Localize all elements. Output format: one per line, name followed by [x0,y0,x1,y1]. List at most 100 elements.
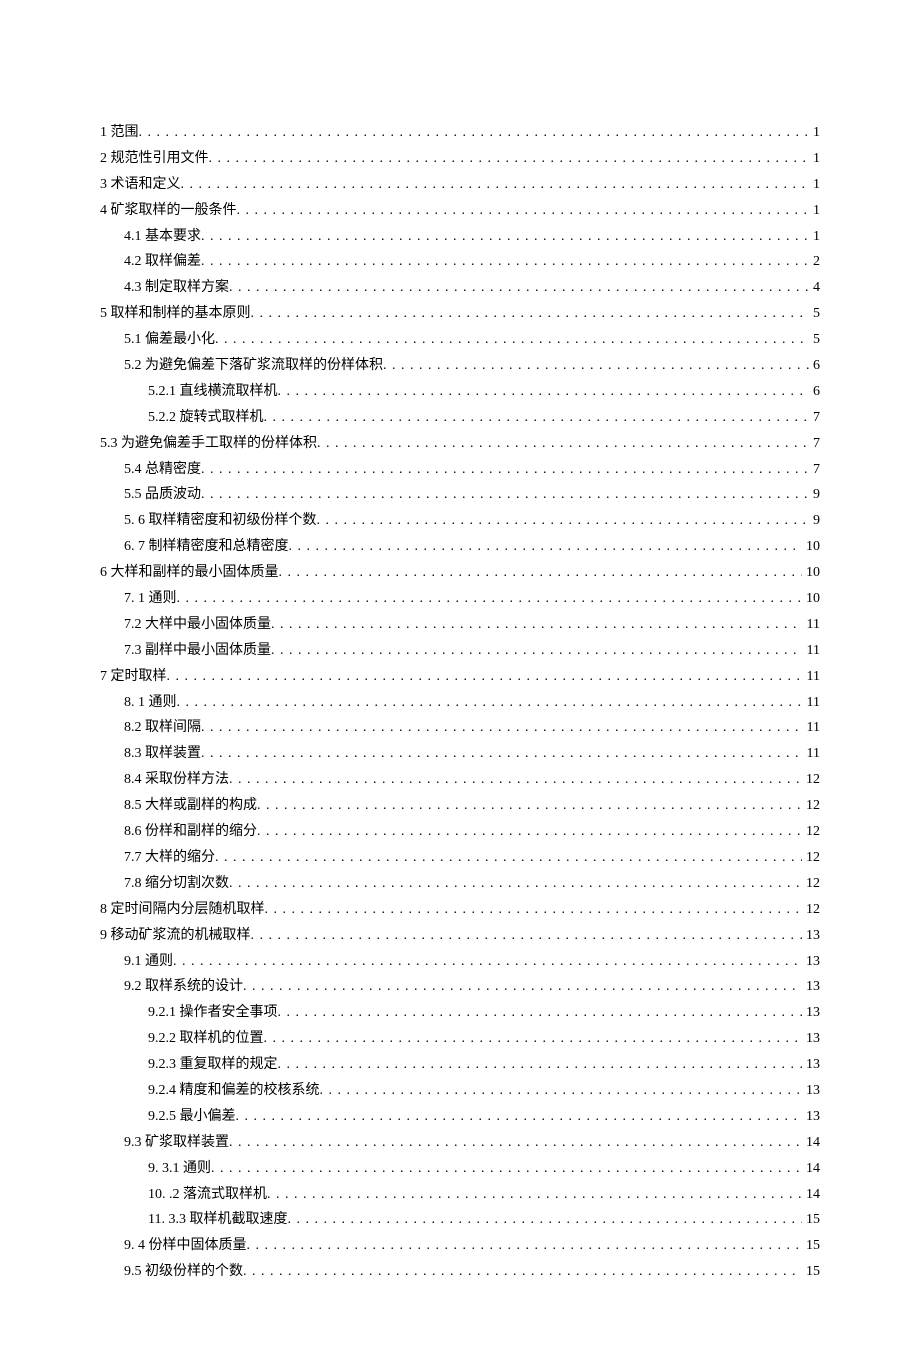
toc-page-number: 1 [809,172,820,198]
toc-page-number: 11 [803,741,820,767]
toc-page-number: 6 [809,379,820,405]
toc-leader-dots [229,871,802,897]
toc-label: 9.2.4 精度和偏差的校核系统 [148,1078,320,1104]
toc-page-number: 15 [802,1233,820,1259]
toc-entry: 8.5 大样或副样的构成12 [100,793,820,819]
toc-page-number: 1 [809,224,820,250]
table-of-contents: 1 范围12 规范性引用文件13 术语和定义14 矿浆取样的一般条件14.1 基… [100,120,820,1285]
toc-page-number: 7 [809,431,820,457]
toc-leader-dots [317,508,810,534]
toc-entry: 7.3 副样中最小固体质量11 [100,638,820,664]
toc-leader-dots [320,1078,803,1104]
toc-page-number: 13 [802,1078,820,1104]
toc-page-number: 4 [809,275,820,301]
toc-label: 5.2.2 旋转式取样机 [148,405,264,431]
toc-label: 9. 3.1 通则 [148,1156,211,1182]
toc-page-number: 9 [809,508,820,534]
toc-page-number: 11 [803,612,820,638]
toc-page-number: 1 [809,198,820,224]
toc-entry: 4.2 取样偏差2 [100,249,820,275]
toc-leader-dots [278,1000,803,1026]
toc-entry: 9.3 矿浆取样装置 14 [100,1130,820,1156]
toc-entry: 5.3 为避免偏差手工取样的份样体积7 [100,431,820,457]
toc-label: 4.3 制定取样方案 [124,275,229,301]
toc-entry: 9.5 初级份样的个数15 [100,1259,820,1285]
toc-leader-dots [215,327,809,353]
toc-entry: 8.2 取样间隔11 [100,715,820,741]
toc-label: 5.4 总精密度 [124,457,201,483]
toc-leader-dots [267,1182,802,1208]
toc-page-number: 12 [802,767,820,793]
toc-page-number: 10 [802,560,820,586]
toc-label: 6. 7 制样精密度和总精密度 [124,534,289,560]
toc-entry: 2 规范性引用文件1 [100,146,820,172]
toc-entry: 5. 6 取样精密度和初级份样个数9 [100,508,820,534]
toc-entry: 9 移动矿浆流的机械取样13 [100,923,820,949]
toc-leader-dots [247,1233,803,1259]
toc-label: 9 移动矿浆流的机械取样 [100,923,251,949]
toc-entry: 8.3 取样装置11 [100,741,820,767]
toc-label: 9.2.1 操作者安全事项 [148,1000,278,1026]
toc-label: 9.2.5 最小偏差 [148,1104,236,1130]
toc-label: 7. 1 通则 [124,586,177,612]
toc-page-number: 11 [803,664,820,690]
toc-label: 3 术语和定义 [100,172,181,198]
toc-entry: 5.5 品质波动9 [100,482,820,508]
toc-leader-dots [215,845,802,871]
toc-leader-dots [264,1026,803,1052]
toc-leader-dots [287,1207,802,1233]
toc-leader-dots [251,923,803,949]
toc-leader-dots [201,715,803,741]
toc-label: 11. 3.3 取样机截取速度 [148,1207,287,1233]
toc-leader-dots [236,1104,803,1130]
toc-entry: 10. .2 落流式取样机14 [100,1182,820,1208]
toc-page-number: 2 [809,249,820,275]
toc-label: 9.3 矿浆取样装置 [124,1130,229,1156]
toc-leader-dots [173,949,802,975]
toc-entry: 4 矿浆取样的一般条件1 [100,198,820,224]
toc-page-number: 6 [809,353,820,379]
toc-entry: 8. 1 通则11 [100,690,820,716]
toc-page-number: 15 [802,1207,820,1233]
toc-entry: 1 范围1 [100,120,820,146]
toc-page-number: 14 [802,1130,820,1156]
toc-leader-dots [177,690,803,716]
toc-leader-dots [251,301,810,327]
toc-label: 5.5 品质波动 [124,482,201,508]
toc-entry: 9.2 取样系统的设计 13 [100,974,820,1000]
toc-entry: 5.2.2 旋转式取样机 7 [100,405,820,431]
toc-entry: 9.1 通则13 [100,949,820,975]
toc-entry: 8 定时间隔内分层随机取样12 [100,897,820,923]
toc-leader-dots [177,586,803,612]
toc-leader-dots [237,198,810,224]
toc-leader-dots [278,379,810,405]
toc-entry: 9.2.4 精度和偏差的校核系统 13 [100,1078,820,1104]
toc-leader-dots [201,741,803,767]
toc-label: 8.4 采取份样方法 [124,767,229,793]
toc-entry: 7.7 大样的缩分12 [100,845,820,871]
toc-page-number: 13 [802,949,820,975]
toc-entry: 7.2 大样中最小固体质量11 [100,612,820,638]
toc-page-number: 7 [809,405,820,431]
toc-page-number: 13 [802,1052,820,1078]
toc-label: 9.2 取样系统的设计 [124,974,243,1000]
toc-label: 1 范围 [100,120,139,146]
toc-entry: 6. 7 制样精密度和总精密度10 [100,534,820,560]
toc-page-number: 12 [802,897,820,923]
toc-entry: 5 取样和制样的基本原则5 [100,301,820,327]
toc-page-number: 14 [802,1182,820,1208]
toc-leader-dots [229,1130,802,1156]
toc-page-number: 13 [802,974,820,1000]
toc-page-number: 12 [802,819,820,845]
toc-entry: 5.2 为避免偏差下落矿浆流取样的份样体积6 [100,353,820,379]
toc-entry: 4.1 基本要求1 [100,224,820,250]
toc-label: 5 取样和制样的基本原则 [100,301,251,327]
toc-page-number: 5 [809,327,820,353]
toc-leader-dots [264,405,810,431]
toc-entry: 6 大样和副样的最小固体质量10 [100,560,820,586]
toc-entry: 5.2.1 直线横流取样机6 [100,379,820,405]
toc-label: 7.8 缩分切割次数 [124,871,229,897]
toc-page-number: 12 [802,793,820,819]
toc-leader-dots [211,1156,802,1182]
toc-entry: 9.2.3 重复取样的规定13 [100,1052,820,1078]
